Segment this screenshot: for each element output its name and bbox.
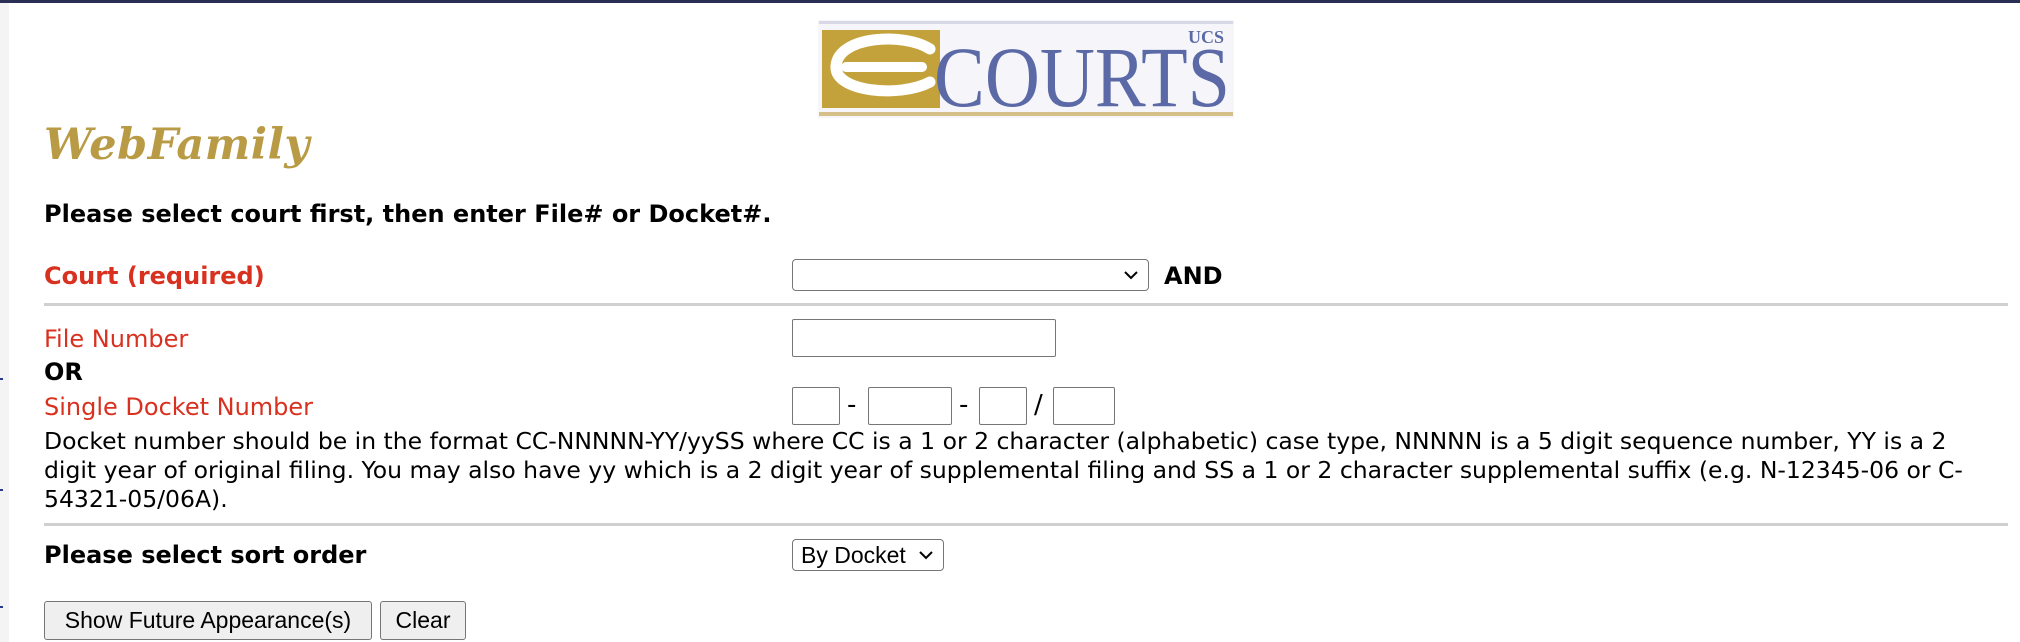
- chevron-down-icon: [919, 551, 933, 560]
- docket-suffix-input[interactable]: [1053, 387, 1115, 425]
- docket-sequence-input[interactable]: [868, 387, 952, 425]
- brand-title: WebFamily: [44, 120, 310, 170]
- window-top-border: [0, 0, 2020, 3]
- divider: [44, 303, 2008, 306]
- docket-year-input[interactable]: [979, 387, 1027, 425]
- court-select[interactable]: [792, 259, 1149, 291]
- sort-order-select[interactable]: By Docket: [792, 539, 944, 571]
- file-number-input[interactable]: [792, 319, 1056, 357]
- court-label: Court (required): [44, 262, 265, 290]
- docket-slash: /: [1034, 390, 1043, 420]
- gutter-marker: [0, 378, 3, 380]
- gutter-marker: [0, 489, 3, 491]
- docket-format-help: Docket number should be in the format CC…: [44, 427, 1963, 513]
- sort-order-label: Please select sort order: [44, 541, 367, 569]
- sort-order-value: By Docket: [801, 542, 906, 568]
- left-gutter: [0, 3, 9, 642]
- or-text: OR: [44, 358, 83, 386]
- chevron-down-icon: [1124, 271, 1138, 280]
- show-future-appearances-button[interactable]: Show Future Appearance(s): [44, 601, 372, 640]
- instructions-text: Please select court first, then enter Fi…: [44, 200, 772, 228]
- clear-button[interactable]: Clear: [380, 601, 466, 640]
- courts-logo: UCS COURTS: [818, 20, 1234, 118]
- file-number-label: File Number: [44, 325, 189, 353]
- docket-separator: -: [847, 390, 857, 420]
- docket-number-label: Single Docket Number: [44, 393, 314, 421]
- docket-separator: -: [959, 390, 969, 420]
- and-text: AND: [1164, 262, 1223, 290]
- docket-case-type-input[interactable]: [792, 387, 840, 425]
- logo-word: COURTS: [934, 29, 1230, 118]
- divider: [44, 523, 2008, 526]
- gutter-marker: [0, 606, 3, 608]
